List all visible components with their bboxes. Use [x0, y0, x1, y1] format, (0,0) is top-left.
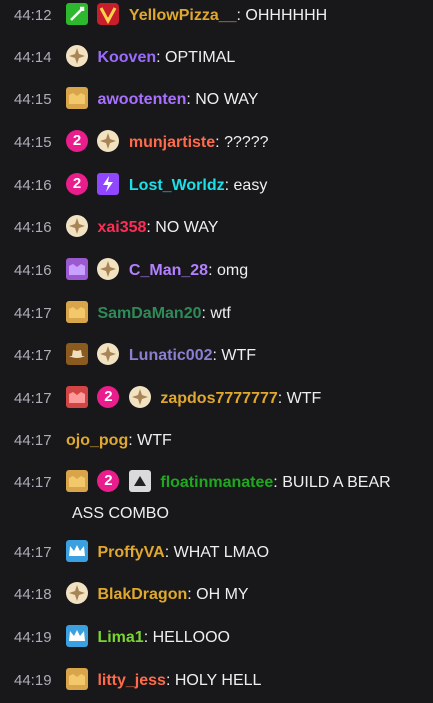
- message-text: HELLOOO: [152, 629, 230, 646]
- gift-sub-badge-icon[interactable]: 2: [66, 129, 88, 152]
- username[interactable]: C_Man_28: [129, 262, 208, 279]
- chat-message: 44:17 Lunatic002: WTF: [14, 341, 424, 371]
- chat-message: 44:12 YellowPizza__: OHHHHHH: [14, 1, 424, 31]
- message-text: WTF: [286, 390, 322, 407]
- crown-badge-icon[interactable]: [66, 539, 88, 562]
- message-text: OHHHHHH: [245, 7, 328, 24]
- chat-message: 44:14 Kooven: OPTIMAL: [14, 43, 424, 73]
- message-text: omg: [216, 262, 249, 279]
- timestamp: 44:15: [14, 134, 52, 151]
- timestamp: 44:19: [14, 629, 52, 646]
- gift-sub-badge-icon[interactable]: 2: [97, 385, 120, 408]
- chat-message: 44:17 ojo_pog: WTF: [14, 432, 172, 449]
- timestamp: 44:17: [14, 544, 52, 561]
- red-sub-badge-icon[interactable]: [66, 385, 88, 408]
- timestamp: 44:15: [14, 91, 52, 108]
- timestamp: 44:12: [14, 7, 52, 24]
- message-text: BUILD A BEAR: [282, 474, 391, 491]
- chat-message-continuation: ASS COMBO: [72, 499, 433, 529]
- message-text: easy: [233, 177, 268, 194]
- timestamp: 44:16: [14, 177, 52, 194]
- purple-sub-badge-icon[interactable]: [66, 257, 88, 280]
- message-text: ASS COMBO: [72, 505, 169, 522]
- gold-sub-badge-icon[interactable]: [66, 300, 88, 323]
- message-text: OH MY: [196, 586, 249, 603]
- timestamp: 44:16: [14, 262, 52, 279]
- message-text: WTF: [221, 347, 257, 364]
- username[interactable]: Lost_Worldz: [129, 177, 225, 194]
- chat-message: 44:19 litty_jess: HOLY HELL: [14, 666, 424, 696]
- chat-message: 44:16 2 Lost_Worldz: easy: [14, 172, 268, 195]
- username[interactable]: floatinmanatee: [160, 474, 273, 491]
- triangle-badge-icon[interactable]: [128, 469, 151, 492]
- username[interactable]: Lunatic002: [129, 347, 213, 364]
- message-text: WTF: [137, 432, 172, 449]
- gold-sub-badge-icon[interactable]: [66, 86, 88, 109]
- timestamp: 44:17: [14, 390, 52, 407]
- sword-badge-icon[interactable]: [66, 2, 88, 25]
- chat-message: 44:19 Lima1: HELLOOO: [14, 623, 424, 653]
- username[interactable]: Lima1: [97, 629, 143, 646]
- username[interactable]: zapdos7777777: [160, 390, 277, 407]
- crown-badge-icon[interactable]: [66, 624, 88, 647]
- message-text: wtf: [210, 305, 231, 322]
- username[interactable]: munjartiste: [129, 134, 215, 151]
- username[interactable]: awootenten: [97, 91, 186, 108]
- star-badge-icon[interactable]: [97, 129, 120, 152]
- chat-message: 44:17 2 zapdos7777777: WTF: [14, 385, 322, 408]
- star-badge-icon[interactable]: [66, 581, 88, 604]
- username[interactable]: Kooven: [97, 49, 156, 66]
- timestamp: 44:16: [14, 219, 52, 236]
- chat-message: 44:16 C_Man_28: omg: [14, 256, 424, 286]
- star-badge-icon[interactable]: [97, 257, 120, 280]
- gift-sub-badge-icon[interactable]: 2: [97, 469, 120, 492]
- username[interactable]: ProffyVA: [97, 544, 164, 561]
- message-text: ?????: [224, 134, 269, 151]
- message-text: HOLY HELL: [174, 672, 262, 689]
- username[interactable]: litty_jess: [97, 672, 165, 689]
- timestamp: 44:17: [14, 474, 52, 491]
- username[interactable]: BlakDragon: [97, 586, 187, 603]
- gold-sub-badge-icon[interactable]: [66, 667, 88, 690]
- star-badge-icon[interactable]: [128, 385, 151, 408]
- username[interactable]: xai358: [97, 219, 146, 236]
- chat-message: 44:18 BlakDragon: OH MY: [14, 580, 424, 610]
- prime-badge-icon[interactable]: [97, 172, 120, 195]
- gift-sub-badge-icon[interactable]: 2: [66, 172, 88, 195]
- chat-message: 44:17 2 floatinmanatee: BUILD A BEAR: [14, 469, 391, 492]
- timestamp: 44:17: [14, 305, 52, 322]
- username[interactable]: ojo_pog: [66, 432, 128, 449]
- timestamp: 44:18: [14, 586, 52, 603]
- message-text: NO WAY: [155, 219, 219, 236]
- timestamp: 44:17: [14, 432, 52, 449]
- timestamp: 44:17: [14, 347, 52, 364]
- timestamp: 44:19: [14, 672, 52, 689]
- cowboy-hat-badge-icon[interactable]: [66, 342, 88, 365]
- message-text: WHAT LMAO: [173, 544, 270, 561]
- star-badge-icon[interactable]: [66, 214, 88, 237]
- star-badge-icon[interactable]: [97, 342, 120, 365]
- chat-message: 44:17 ProffyVA: WHAT LMAO: [14, 538, 424, 568]
- username[interactable]: SamDaMan20: [97, 305, 201, 322]
- message-text: OPTIMAL: [165, 49, 236, 66]
- chat-message: 44:15 awootenten: NO WAY: [14, 85, 424, 115]
- message-text: NO WAY: [195, 91, 259, 108]
- chat-message: 44:15 2 munjartiste: ?????: [14, 129, 269, 152]
- username[interactable]: YellowPizza__: [129, 7, 237, 24]
- star-badge-icon[interactable]: [66, 44, 88, 67]
- chat-message: 44:17 SamDaMan20: wtf: [14, 299, 424, 329]
- timestamp: 44:14: [14, 49, 52, 66]
- gold-sub-badge-icon[interactable]: [66, 469, 88, 492]
- vip-badge-icon[interactable]: [97, 2, 120, 25]
- chat-message: 44:16 xai358: NO WAY: [14, 213, 424, 243]
- chat-log: 44:12 YellowPizza__: OHHHHHH 44:14 Koove…: [0, 0, 433, 703]
